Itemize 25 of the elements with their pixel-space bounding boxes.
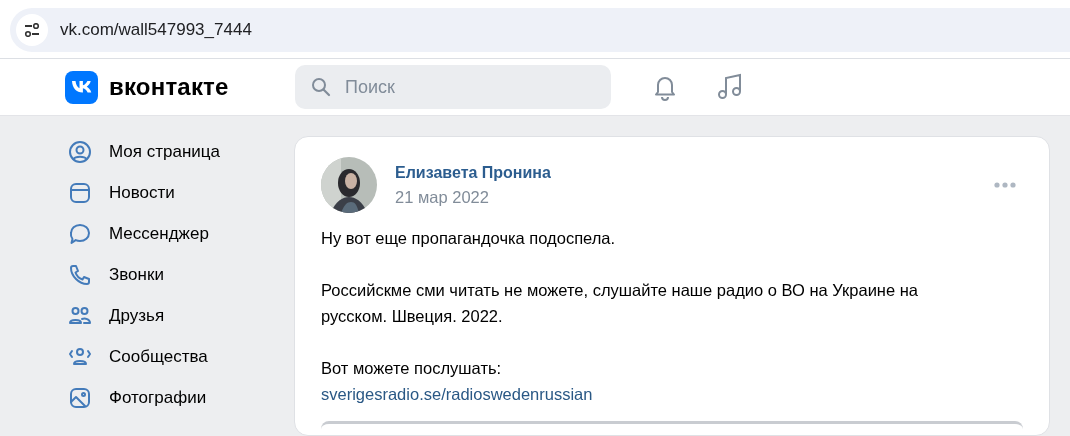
sidebar-item[interactable]: Новости xyxy=(68,181,294,205)
sidebar-item[interactable]: Моя страница xyxy=(68,140,294,164)
url-text: vk.com/wall547993_7444 xyxy=(60,20,252,40)
site-info-icon[interactable] xyxy=(16,14,48,46)
post-text: Российскме сми читать не можете, слушайте наше радио о ВО на Украине на русском. Швеция. 2022. xyxy=(321,281,919,325)
sidebar-item[interactable]: Фотографии xyxy=(68,386,294,410)
logo-text[interactable]: вконтакте xyxy=(109,73,229,101)
sidebar-item[interactable]: Друзья xyxy=(68,304,294,328)
more-icon[interactable] xyxy=(993,181,1017,189)
post-text: Вот можете послушать: xyxy=(321,359,502,377)
sidebar-item[interactable]: Звонки xyxy=(68,263,294,287)
post-date: 21 мар 2022 xyxy=(395,187,490,207)
post-text: Ну вот еще пропагандочка подоспела. xyxy=(321,229,616,247)
window-icon xyxy=(68,181,92,205)
sidebar-item[interactable]: Сообщества xyxy=(68,345,294,369)
user-circle-icon xyxy=(68,140,92,164)
author-link[interactable]: Елизавета Пронина xyxy=(395,163,551,182)
sidebar-item[interactable]: Мессенджер xyxy=(68,222,294,246)
address-bar[interactable]: vk.com/wall547993_7444 xyxy=(10,8,1070,52)
phone-icon xyxy=(68,263,92,287)
post-link[interactable]: sverigesradio.se/radioswedenrussian xyxy=(321,381,981,407)
chat-bubble-icon xyxy=(68,222,92,246)
image-icon xyxy=(68,386,92,410)
logo-icon[interactable] xyxy=(65,70,98,104)
search-field[interactable]: Поиск xyxy=(295,65,611,109)
